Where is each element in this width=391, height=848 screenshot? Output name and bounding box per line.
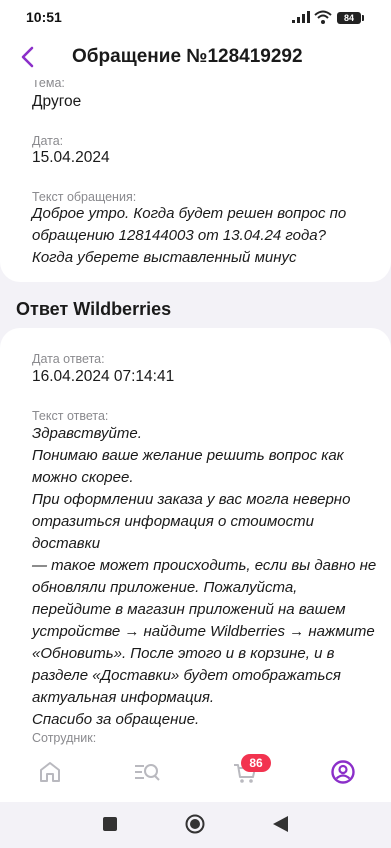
recents-square-icon[interactable] [103, 817, 117, 831]
top-app-bar: Обращение №128419292 [0, 34, 391, 80]
page-title: Обращение №128419292 [72, 46, 303, 67]
back-arrow-icon[interactable] [18, 45, 38, 69]
response-card: Дата ответа: 16.04.2024 07:14:41 Текст о… [0, 328, 391, 746]
response-text-label: Текст ответа: [32, 409, 109, 423]
system-navigation-bar [0, 802, 391, 848]
home-icon[interactable] [36, 758, 64, 786]
topic-value: Другое [32, 93, 82, 110]
date-label: Дата: [32, 134, 64, 148]
battery-tip [362, 15, 364, 21]
response-date-label: Дата ответа: [32, 352, 105, 366]
profile-icon[interactable] [329, 758, 357, 786]
response-date-value: 16.04.2024 07:14:41 [32, 368, 175, 385]
appeal-card: Тема: Другое Дата: 15.04.2024 Текст обра… [0, 80, 391, 282]
signal-icon [292, 11, 310, 23]
cart-count-badge: 86 [241, 754, 271, 772]
response-section-title: Ответ Wildberries [16, 299, 172, 319]
status-bar: 10:51 84 [0, 0, 391, 34]
catalog-search-icon[interactable] [132, 758, 162, 786]
appeal-text: Доброе утро. Когда будет решен вопрос по… [32, 205, 347, 266]
response-text: Здравствуйте. Понимаю ваше желание решит… [32, 425, 377, 728]
topic-label: Тема: [32, 80, 65, 90]
employee-label: Сотрудник: [32, 731, 97, 745]
battery-icon: 84 [337, 12, 361, 24]
wifi-icon [314, 10, 332, 24]
appeal-details[interactable]: Тема: Другое Дата: 15.04.2024 Текст обра… [0, 80, 391, 746]
back-triangle-icon[interactable] [273, 816, 288, 832]
home-circle-icon[interactable] [185, 814, 205, 834]
status-time: 10:51 [26, 9, 62, 25]
bottom-tab-bar: 86 [0, 746, 391, 802]
appeal-text-label: Текст обращения: [32, 190, 137, 204]
date-value: 15.04.2024 [32, 149, 110, 166]
